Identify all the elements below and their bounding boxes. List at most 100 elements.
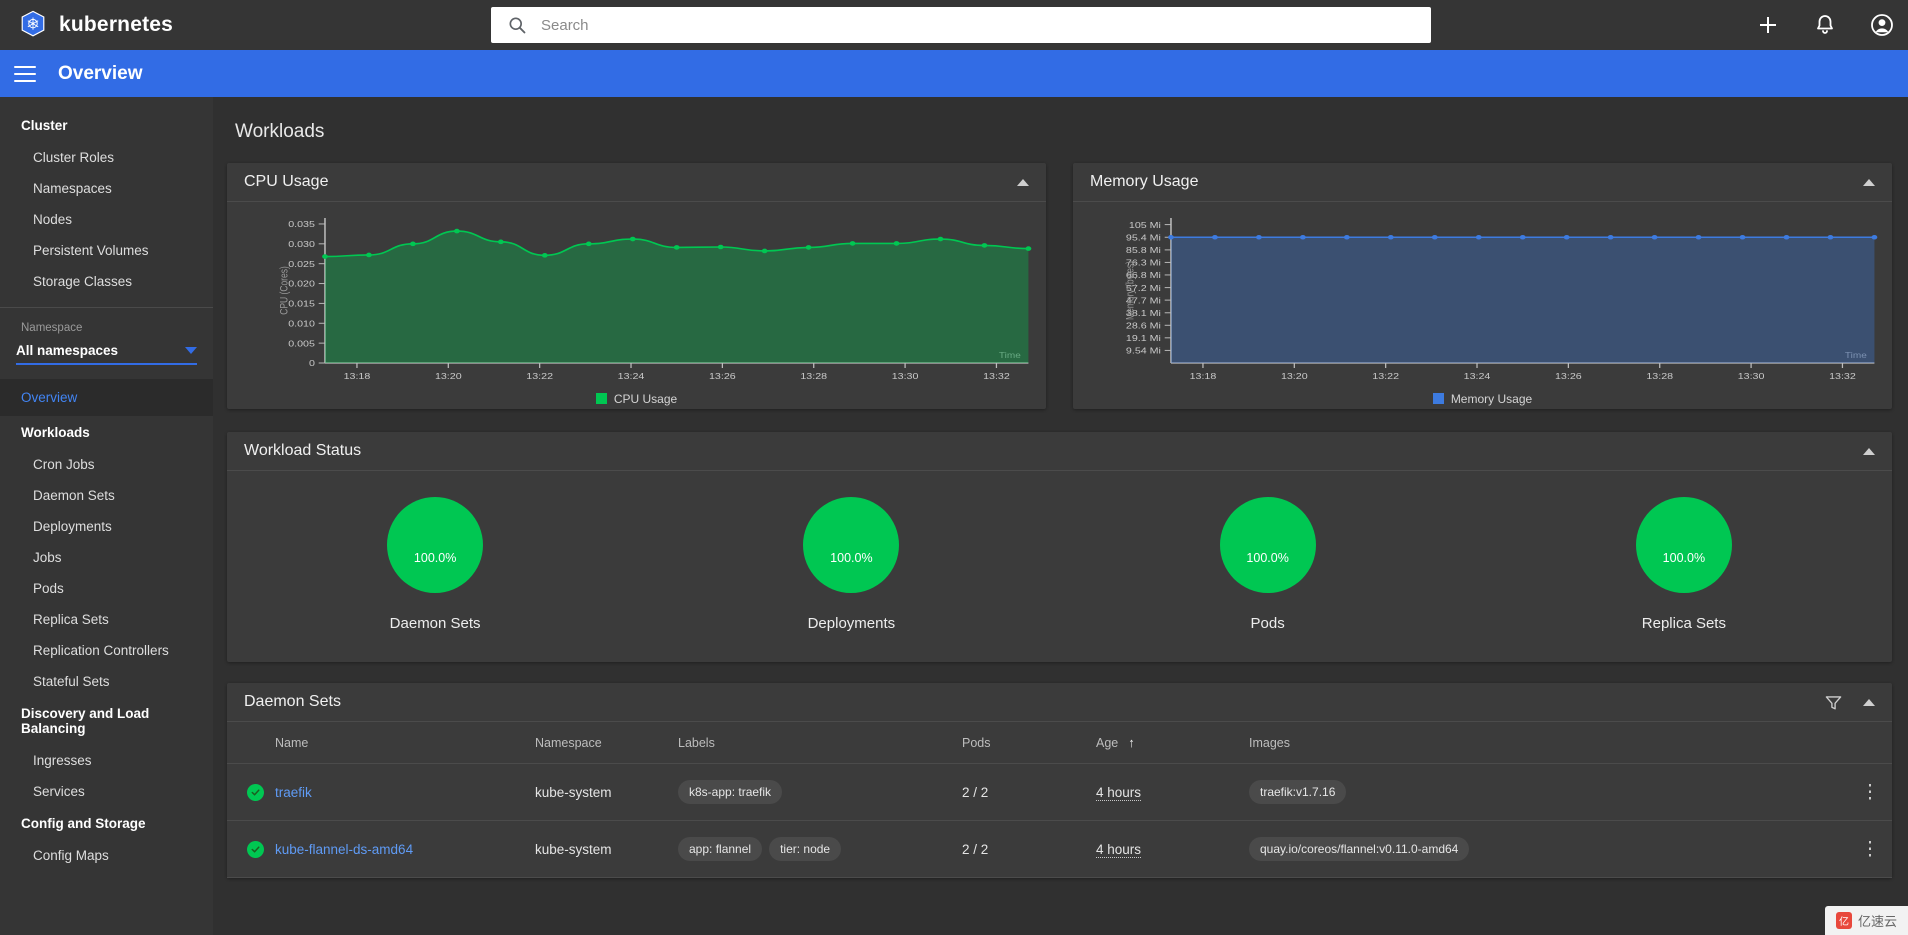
cpu-usage-chart: 0 0.005 0.010 0.015 0.020 0.025 0.030 0.035 CPU … [227,202,1046,389]
status-label: Deployments [807,615,896,632]
svg-text:13:32: 13:32 [983,372,1010,382]
svg-text:0.010: 0.010 [288,319,315,329]
hamburger-icon[interactable] [14,65,36,82]
status-donut: 100.0% [803,497,900,593]
row-status-cell [227,820,275,878]
image-chip[interactable]: traefik:v1.7.16 [1249,780,1347,804]
table-row[interactable]: kube-flannel-ds-amd64 kube-system app: fla… [227,820,1892,878]
card-header: Workload Status [227,432,1892,471]
row-name-cell: traefik [275,763,535,821]
row-namespace-cell: kube-system [535,820,678,878]
chevron-down-icon [185,347,197,354]
workload-status-cell: 100.0% Daemon Sets [227,497,643,632]
row-kebab-menu-icon[interactable]: ⋮ [1861,839,1880,860]
th-images[interactable]: Images [1249,722,1848,764]
th-namespace[interactable]: Namespace [535,722,678,764]
status-percent: 100.0% [1662,550,1706,565]
svg-text:0.035: 0.035 [288,220,315,230]
sidebar-item-overview[interactable]: Overview [0,379,213,416]
label-chip[interactable]: app: flannel [678,837,763,861]
collapse-chevron-up-icon[interactable] [1863,447,1875,455]
sidebar-item-stateful-sets[interactable]: Stateful Sets [0,666,213,697]
namespace-selector-block: Namespace All namespaces [0,307,213,369]
sidebar-item-ingresses[interactable]: Ingresses [0,745,213,776]
status-percent: 100.0% [1246,550,1289,565]
top-actions [1756,0,1894,50]
svg-text:13:30: 13:30 [892,372,919,382]
resource-link[interactable]: traefik [275,785,312,800]
svg-text:0.025: 0.025 [288,260,315,270]
collapse-chevron-up-icon[interactable] [1863,178,1875,186]
search-bar[interactable] [491,7,1431,43]
top-bar: kubernetes [0,0,1908,50]
sidebar-item-services[interactable]: Services [0,776,213,807]
svg-text:28.6 Mi: 28.6 Mi [1126,321,1161,331]
sidebar-item-cluster-roles[interactable]: Cluster Roles [0,142,213,173]
label-chip[interactable]: k8s-app: traefik [678,780,783,804]
card-header: Memory Usage [1073,163,1892,202]
status-donut: 100.0% [1635,497,1732,593]
row-images-cell: quay.io/coreos/flannel:v0.11.0-amd64 [1249,820,1848,878]
sidebar-item-storage-classes[interactable]: Storage Classes [0,266,213,297]
row-status-cell [227,763,275,821]
row-kebab-menu-icon[interactable]: ⋮ [1861,782,1880,803]
memory-usage-chart: 105 Mi 95.4 Mi 85.8 Mi 76.3 Mi 66.8 Mi 57.2 M… [1073,202,1892,389]
th-labels[interactable]: Labels [678,722,962,764]
svg-text:13:26: 13:26 [1555,372,1582,382]
sidebar-item-nodes[interactable]: Nodes [0,204,213,235]
svg-text:95.4 Mi: 95.4 Mi [1126,233,1161,243]
row-pods-cell: 2 / 2 [962,820,1096,878]
daemon-sets-card: Daemon Sets Name Namespace Labels Pods A… [227,683,1892,878]
sidebar-item-deployments[interactable]: Deployments [0,511,213,542]
bell-icon[interactable] [1813,13,1837,37]
sidebar-group-workloads: Workloads Cron Jobs Daemon Sets Deployme… [0,416,213,697]
filter-icon[interactable] [1824,693,1843,712]
svg-text:9.54 Mi: 9.54 Mi [1126,347,1161,357]
th-menu [1848,722,1892,764]
sidebar-item-pods[interactable]: Pods [0,573,213,604]
search-input[interactable] [541,16,1415,34]
collapse-chevron-up-icon[interactable] [1863,698,1875,706]
th-pods[interactable]: Pods [962,722,1096,764]
th-age[interactable]: Age ↑ [1096,722,1249,764]
plus-icon[interactable] [1756,13,1780,37]
sidebar-item-namespaces[interactable]: Namespaces [0,173,213,204]
th-name[interactable]: Name [275,722,535,764]
sidebar-item-daemon-sets[interactable]: Daemon Sets [0,480,213,511]
kubernetes-logo-icon [21,10,45,37]
sidebar-item-jobs[interactable]: Jobs [0,542,213,573]
workload-status-card: Workload Status 100.0% Daemon Sets 100.0% D… [227,432,1892,662]
svg-text:13:22: 13:22 [1372,372,1399,382]
svg-text:0.005: 0.005 [288,339,315,349]
sidebar-group-title: Cluster [21,118,68,133]
label-chip[interactable]: tier: node [769,837,842,861]
main-content: Workloads CPU Usage 0 0.005 0.010 0.015 0.02… [213,97,1908,935]
age-value[interactable]: 4 hours [1096,784,1142,801]
search-icon [509,17,526,34]
namespace-select[interactable]: All namespaces [16,343,197,365]
sidebar-group-title: Workloads [21,425,90,440]
sidebar-item-config-maps[interactable]: Config Maps [0,840,213,871]
image-chip[interactable]: quay.io/coreos/flannel:v0.11.0-amd64 [1249,837,1470,861]
sidebar-item-cron-jobs[interactable]: Cron Jobs [0,449,213,480]
account-icon[interactable] [1870,13,1894,37]
svg-text:0.015: 0.015 [288,300,315,310]
sort-ascending-icon: ↑ [1128,735,1135,750]
age-value[interactable]: 4 hours [1096,841,1142,858]
status-donut: 100.0% [387,497,484,593]
memory-chart-svg: 105 Mi95.4 Mi85.8 Mi76.3 Mi66.8 Mi57.2 M… [1124,218,1878,382]
resource-link[interactable]: kube-flannel-ds-amd64 [275,842,413,857]
table-row[interactable]: traefik kube-system k8s-app: traefik 2 / 24… [227,763,1892,821]
sidebar-group-config: Config and Storage Config Maps [0,807,213,871]
sidebar-item-replica-sets[interactable]: Replica Sets [0,604,213,635]
row-labels-cell: k8s-app: traefik [678,763,962,821]
sidebar-item-replication-controllers[interactable]: Replication Controllers [0,635,213,666]
brand[interactable]: kubernetes [0,10,260,40]
svg-text:0: 0 [309,359,315,369]
watermark-badge: 亿 [1835,912,1852,929]
svg-text:13:24: 13:24 [1464,372,1491,382]
collapse-chevron-up-icon[interactable] [1017,178,1029,186]
svg-text:13:32: 13:32 [1829,372,1856,382]
sidebar-item-persistent-volumes[interactable]: Persistent Volumes [0,235,213,266]
namespace-value: All namespaces [16,343,119,358]
